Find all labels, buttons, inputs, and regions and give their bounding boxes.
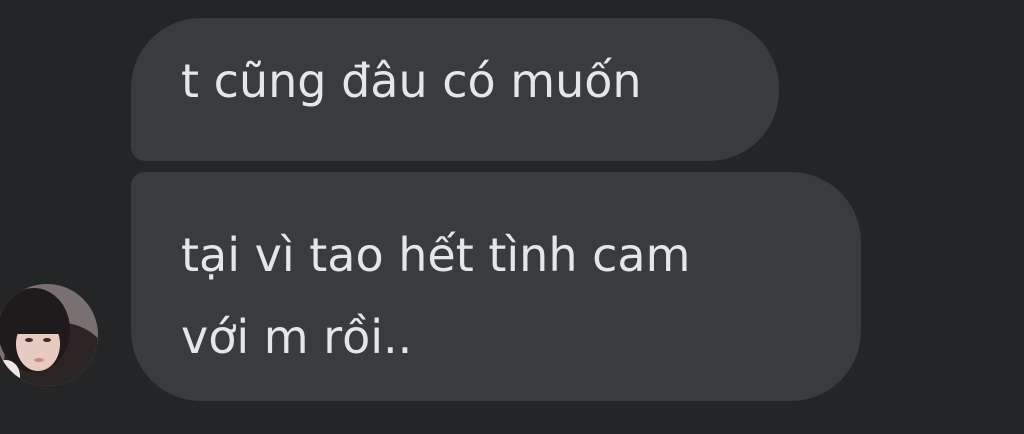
chat-thread: t cũng đâu có muốn tại vì tao hết tình c… [0,0,1024,434]
message-bubble[interactable]: tại vì tao hết tình cam với m rồi.. [131,172,861,401]
sender-avatar[interactable] [0,284,98,386]
message-text-line: với m rồi.. [181,310,413,364]
message-bubble[interactable]: t cũng đâu có muốn [131,18,779,161]
message-text-line: tại vì tao hết tình cam [181,228,691,282]
message-text: t cũng đâu có muốn [181,54,642,108]
avatar-photo-icon [0,284,98,386]
